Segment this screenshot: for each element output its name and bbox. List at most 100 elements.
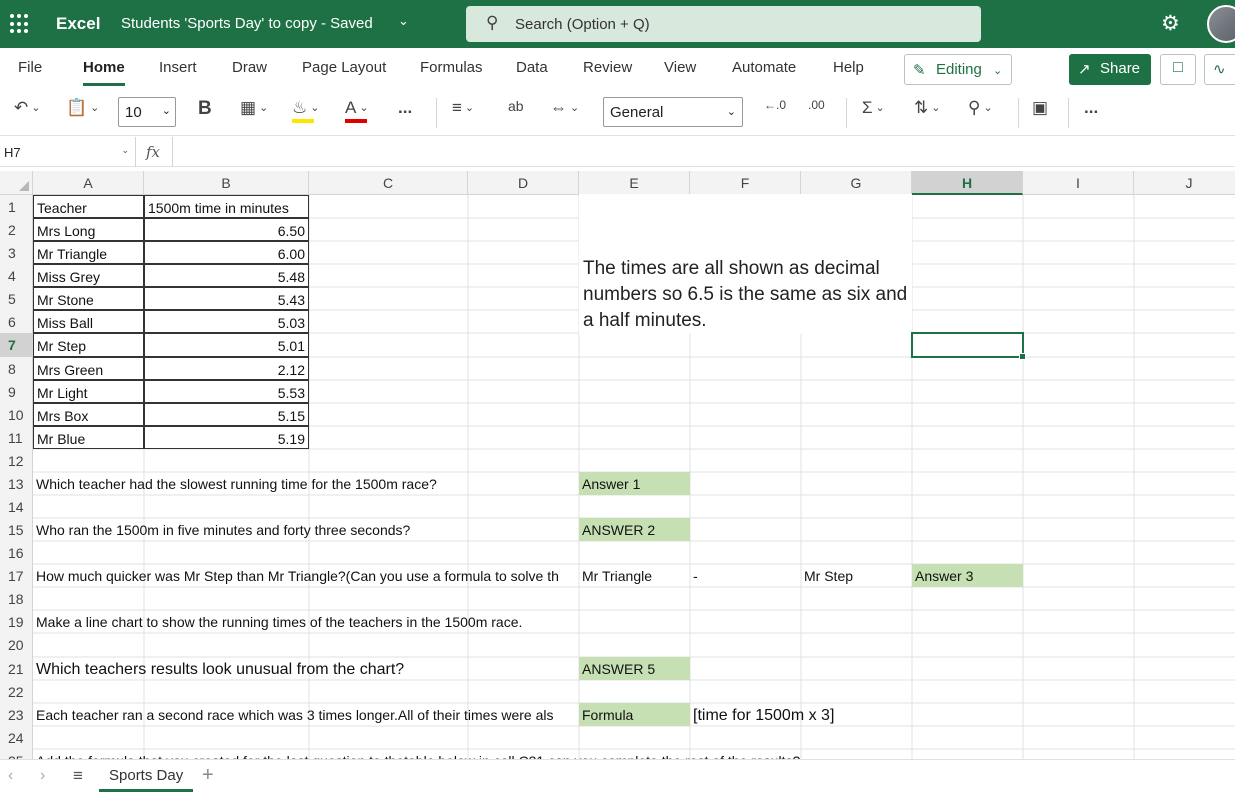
time-value-cell[interactable]: 5.53 [144,380,309,403]
mr-triangle-cell[interactable]: Mr Triangle [579,564,690,587]
search-box[interactable]: ⚲ Search (Option + Q) [466,6,981,42]
question-17-cell[interactable]: How much quicker was Mr Step than Mr Tri… [33,564,579,587]
menu-draw[interactable]: Draw [232,59,267,76]
find-icon[interactable]: ⚲ ⌄ [968,98,993,128]
question-19-cell[interactable]: Make a line chart to show the running ti… [33,610,522,633]
row-header-23[interactable]: 23 [0,703,33,726]
row-header-21[interactable]: 21 [0,657,33,680]
row-header-2[interactable]: 2 [0,218,33,241]
menu-formulas[interactable]: Formulas [420,59,483,76]
row-header-9[interactable]: 9 [0,380,33,403]
time-value-cell[interactable]: 5.19 [144,426,309,449]
comments-icon[interactable]: □ [1160,54,1196,85]
spreadsheet-grid[interactable]: A B C D E F G H I J 1 2 3 4 5 6 7 8 9 10 11 12 13 14 15 16 17 18 19 2… [0,171,1235,759]
time-value-cell[interactable]: 6.50 [144,218,309,241]
time-value-cell[interactable]: 5.15 [144,403,309,426]
row-header-12[interactable]: 12 [0,449,33,472]
row-header-3[interactable]: 3 [0,241,33,264]
menu-data[interactable]: Data [516,59,548,76]
teacher-name-cell[interactable]: Mr Blue [33,426,144,449]
add-sheet-icon[interactable]: + [202,764,214,787]
number-format-select[interactable]: General ⌄ [603,97,743,127]
row-header-11[interactable]: 11 [0,426,33,449]
answer-2-cell[interactable]: ANSWER 2 [579,518,690,541]
table-header-teacher[interactable]: Teacher [33,195,144,218]
fill-color-icon[interactable]: ♨ ⌄ [292,98,319,128]
more-options-icon[interactable]: ... [1084,98,1098,128]
teacher-name-cell[interactable]: Mr Light [33,380,144,403]
menu-automate[interactable]: Automate [732,59,796,76]
column-header-c[interactable]: C [309,171,468,195]
analyze-data-icon[interactable]: ▣ [1032,98,1048,128]
formula-hint-cell[interactable]: [time for 1500m x 3] [690,703,834,726]
question-21-cell[interactable]: Which teachers results look unusual from… [33,657,404,680]
row-header-25[interactable]: 25 [0,749,33,759]
time-value-cell[interactable]: 5.01 [144,333,309,357]
answer-1-cell[interactable]: Answer 1 [579,472,690,495]
function-icon[interactable]: fx [146,143,160,161]
column-header-g[interactable]: G [801,171,912,195]
note-textbox[interactable]: The times are all shown as decimal numbe… [579,194,912,334]
borders-icon[interactable]: ▦ ⌄ [240,98,268,128]
app-name[interactable]: Excel [56,14,100,34]
time-value-cell[interactable]: 5.48 [144,264,309,287]
row-header-7[interactable]: 7 [0,333,33,357]
teacher-name-cell[interactable]: Mrs Box [33,403,144,426]
name-box[interactable]: H7 ⌄ [0,137,136,167]
question-13-cell[interactable]: Which teacher had the slowest running ti… [33,472,437,495]
row-header-16[interactable]: 16 [0,541,33,564]
row-header-13[interactable]: 13 [0,472,33,495]
column-header-e[interactable]: E [579,171,690,195]
teacher-name-cell[interactable]: Mr Triangle [33,241,144,264]
decrease-decimal-icon[interactable]: ←.0 [764,98,786,128]
menu-home[interactable]: Home [83,59,125,86]
teacher-name-cell[interactable]: Mrs Green [33,357,144,380]
menu-review[interactable]: Review [583,59,632,76]
gear-icon[interactable]: ⚙ [1161,11,1180,36]
row-header-24[interactable]: 24 [0,726,33,749]
increase-decimal-icon[interactable]: .00 [808,98,825,128]
undo-icon[interactable]: ↶ ⌄ [14,98,40,128]
column-header-h[interactable]: H [912,171,1023,195]
teacher-name-cell[interactable]: Miss Grey [33,264,144,287]
question-15-cell[interactable]: Who ran the 1500m in five minutes and fo… [33,518,410,541]
answer-5-cell[interactable]: ANSWER 5 [579,657,690,680]
chevron-right-icon[interactable]: › [40,767,45,785]
time-value-cell[interactable]: 2.12 [144,357,309,380]
chevron-left-icon[interactable]: ‹ [8,767,13,785]
row-header-17[interactable]: 17 [0,564,33,587]
autosum-icon[interactable]: Σ ⌄ [862,98,885,128]
column-header-j[interactable]: J [1134,171,1235,195]
answer-3-cell[interactable]: Answer 3 [912,564,1023,587]
teacher-name-cell[interactable]: Mrs Long [33,218,144,241]
chevron-down-icon[interactable]: ⌄ [398,13,409,29]
row-header-22[interactable]: 22 [0,680,33,703]
row-header-5[interactable]: 5 [0,287,33,310]
column-header-i[interactable]: I [1023,171,1134,195]
row-header-18[interactable]: 18 [0,587,33,610]
menu-page-layout[interactable]: Page Layout [302,59,386,76]
more-icon[interactable]: ... [398,98,412,128]
menu-insert[interactable]: Insert [159,59,197,76]
table-header-time[interactable]: 1500m time in minutes [144,195,309,218]
menu-view[interactable]: View [664,59,696,76]
row-header-19[interactable]: 19 [0,610,33,633]
row-header-8[interactable]: 8 [0,357,33,380]
menu-file[interactable]: File [18,59,42,76]
paste-icon[interactable]: 📋 ⌄ [66,98,99,128]
teacher-name-cell[interactable]: Mr Stone [33,287,144,310]
column-header-d[interactable]: D [468,171,579,195]
activity-icon[interactable]: ∿ [1204,54,1235,85]
teacher-name-cell[interactable]: Miss Ball [33,310,144,333]
teacher-name-cell[interactable]: Mr Step [33,333,144,357]
align-icon[interactable]: ≡ ⌄ [452,98,474,128]
row-header-14[interactable]: 14 [0,495,33,518]
mr-step-cell[interactable]: Mr Step [801,564,912,587]
column-header-f[interactable]: F [690,171,801,195]
font-size-select[interactable]: 10 ⌄ [118,97,176,127]
avatar[interactable] [1207,5,1235,43]
time-value-cell[interactable]: 5.03 [144,310,309,333]
row-header-4[interactable]: 4 [0,264,33,287]
active-cell-selection[interactable] [911,332,1026,360]
minus-cell[interactable]: - [690,564,801,587]
